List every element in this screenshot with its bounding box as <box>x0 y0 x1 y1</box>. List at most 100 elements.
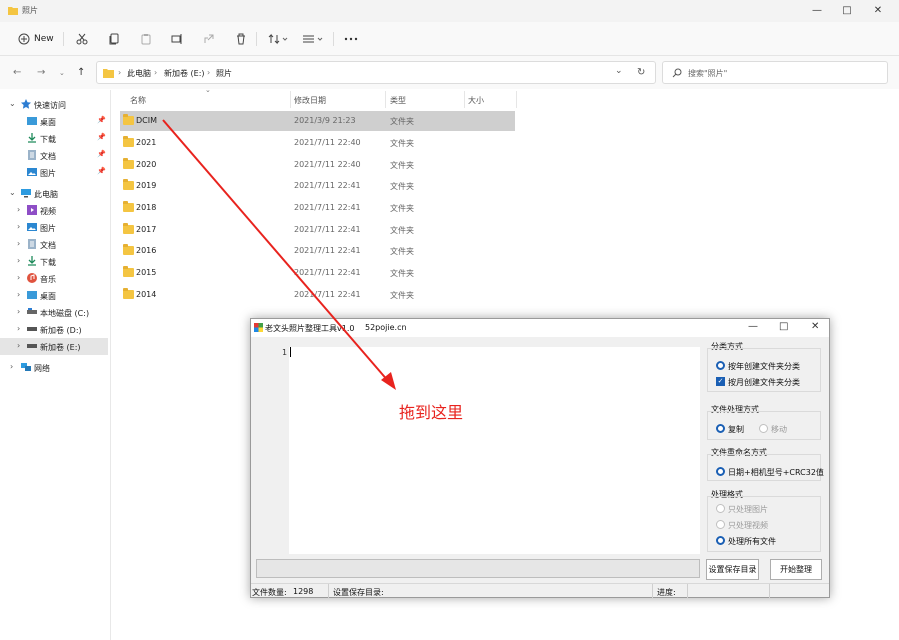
chevron-right-icon[interactable]: › <box>17 290 20 299</box>
cut-button[interactable] <box>76 30 88 48</box>
status-dir-label: 设置保存目录: <box>333 588 384 597</box>
tool-maximize-button[interactable]: □ <box>779 321 788 332</box>
sidebar-item-pc-pictures[interactable]: › 图片 <box>0 219 108 236</box>
new-button[interactable]: New <box>18 30 54 48</box>
sort-chevron-icon: ⌄ <box>205 86 211 94</box>
start-button[interactable]: 开始整理 <box>770 559 822 580</box>
chevron-right-icon[interactable]: › <box>17 273 20 282</box>
column-divider[interactable] <box>464 91 465 108</box>
file-row[interactable]: 2016 2021/7/11 22:41 文件夹 <box>120 241 515 261</box>
column-divider[interactable] <box>290 91 291 108</box>
status-divider <box>687 584 688 598</box>
sidebar-label: 新加卷 (E:) <box>40 343 81 352</box>
chevron-down-icon[interactable]: ⌄ <box>9 188 16 197</box>
up-icon[interactable]: ↑ <box>77 67 85 78</box>
option-label: 处理所有文件 <box>728 537 776 546</box>
column-header-size[interactable]: 大小 <box>468 95 484 106</box>
more-button[interactable] <box>344 30 358 48</box>
column-divider[interactable] <box>385 91 386 108</box>
file-row[interactable]: 2017 2021/7/11 22:41 文件夹 <box>120 220 515 240</box>
file-name: 2020 <box>136 160 157 169</box>
checkmark-icon: ✓ <box>716 377 725 386</box>
address-dropdown-icon[interactable]: ⌄ <box>615 66 623 76</box>
chevron-right-icon[interactable]: › <box>17 205 20 214</box>
sidebar-item-pc-desktop[interactable]: › 桌面 <box>0 287 108 304</box>
file-row[interactable]: 2019 2021/7/11 22:41 文件夹 <box>120 176 515 196</box>
file-list-textarea[interactable] <box>289 347 700 554</box>
column-header-name[interactable]: 名称 <box>130 95 146 106</box>
sidebar-item-network[interactable]: › 网络 <box>0 359 108 376</box>
sidebar-item-quick-access[interactable]: ⌄ 快速访问 <box>0 96 108 113</box>
copy-button[interactable] <box>108 30 120 48</box>
option-label: 按月创建文件夹分类 <box>728 378 800 387</box>
file-row[interactable]: 2015 2021/7/11 22:41 文件夹 <box>120 263 515 283</box>
file-row[interactable]: 2014 2021/7/11 22:41 文件夹 <box>120 285 515 305</box>
rename-button[interactable] <box>171 30 183 48</box>
search-input[interactable]: 搜索"照片" <box>662 61 888 84</box>
download-icon <box>28 133 36 143</box>
folder-icon <box>123 288 134 299</box>
sidebar-item-music[interactable]: › 音乐 <box>0 270 108 287</box>
file-name: 2018 <box>136 203 157 212</box>
forward-icon[interactable]: → <box>37 67 45 78</box>
file-row[interactable]: 2021 2021/7/11 22:40 文件夹 <box>120 133 515 153</box>
sidebar-item-desktop[interactable]: 桌面 📌 <box>0 113 108 130</box>
file-name: 2021 <box>136 138 157 147</box>
breadcrumb-drive-e[interactable]: 新加卷 (E:) <box>164 68 205 79</box>
option-label: 复制 <box>728 425 744 434</box>
chevron-down-icon[interactable]: ⌄ <box>9 99 16 108</box>
chevron-right-icon[interactable]: › <box>10 362 13 371</box>
close-button[interactable]: ✕ <box>870 3 886 19</box>
sidebar-item-pictures[interactable]: 图片 📌 <box>0 164 108 181</box>
file-row[interactable]: 2018 2021/7/11 22:41 文件夹 <box>120 198 515 218</box>
sidebar-item-drive-e[interactable]: › 新加卷 (E:) <box>0 338 108 355</box>
minimize-button[interactable]: — <box>809 3 825 19</box>
chevron-right-icon[interactable]: › <box>17 341 20 350</box>
breadcrumb-photos[interactable]: 照片 <box>216 68 232 79</box>
sidebar-item-pc-documents[interactable]: › 文档 <box>0 236 108 253</box>
file-row[interactable]: 2020 2021/7/11 22:40 文件夹 <box>120 155 515 175</box>
view-button[interactable] <box>302 30 324 48</box>
sidebar-item-documents[interactable]: 文档 📌 <box>0 147 108 164</box>
set-save-dir-button[interactable]: 设置保存目录 <box>706 559 759 580</box>
back-icon[interactable]: ← <box>13 67 21 78</box>
drive-icon <box>27 344 37 348</box>
column-header-date[interactable]: 修改日期 <box>294 95 326 106</box>
app-icon <box>254 323 263 332</box>
sidebar-item-downloads[interactable]: 下载 📌 <box>0 130 108 147</box>
sidebar-item-this-pc[interactable]: ⌄ 此电脑 <box>0 185 108 202</box>
address-bar[interactable]: › 此电脑 › 新加卷 (E:) › 照片 ⌄ <box>96 61 656 84</box>
sidebar-item-drive-c[interactable]: › 本地磁盘 (C:) <box>0 304 108 321</box>
tool-minimize-button[interactable]: — <box>748 321 758 332</box>
file-row[interactable]: DCIM 2021/3/9 21:23 文件夹 <box>120 111 515 131</box>
drive-icon <box>27 308 37 314</box>
sidebar-item-drive-d[interactable]: › 新加卷 (D:) <box>0 321 108 338</box>
delete-button[interactable] <box>235 30 247 48</box>
chevron-right-icon[interactable]: › <box>17 256 20 265</box>
column-header-type[interactable]: 类型 <box>390 95 406 106</box>
sort-button[interactable] <box>268 30 288 48</box>
chevron-right-icon[interactable]: › <box>17 307 20 316</box>
file-date: 2021/7/11 22:40 <box>294 160 361 169</box>
column-divider[interactable] <box>516 91 517 108</box>
network-icon <box>21 363 31 371</box>
refresh-icon[interactable]: ↻ <box>637 67 645 78</box>
sidebar-item-videos[interactable]: › 视频 <box>0 202 108 219</box>
chevron-right-icon[interactable]: › <box>17 222 20 231</box>
breadcrumb-this-pc[interactable]: 此电脑 <box>127 68 151 79</box>
chevron-right-icon[interactable]: › <box>17 324 20 333</box>
file-type: 文件夹 <box>390 139 414 148</box>
rename-icon <box>171 34 182 44</box>
pin-icon: 📌 <box>97 167 106 175</box>
sidebar-item-pc-downloads[interactable]: › 下载 <box>0 253 108 270</box>
chevron-right-icon[interactable]: › <box>17 239 20 248</box>
file-type: 文件夹 <box>390 226 414 235</box>
paste-button[interactable] <box>140 30 152 48</box>
sidebar-label: 音乐 <box>40 275 56 284</box>
share-button[interactable] <box>203 30 215 48</box>
maximize-button[interactable]: □ <box>839 3 855 19</box>
tool-close-button[interactable]: ✕ <box>811 321 819 332</box>
radio-indicator <box>716 467 725 476</box>
sidebar-label: 文档 <box>40 241 56 250</box>
recent-chevron-icon[interactable]: ⌄ <box>59 69 65 77</box>
